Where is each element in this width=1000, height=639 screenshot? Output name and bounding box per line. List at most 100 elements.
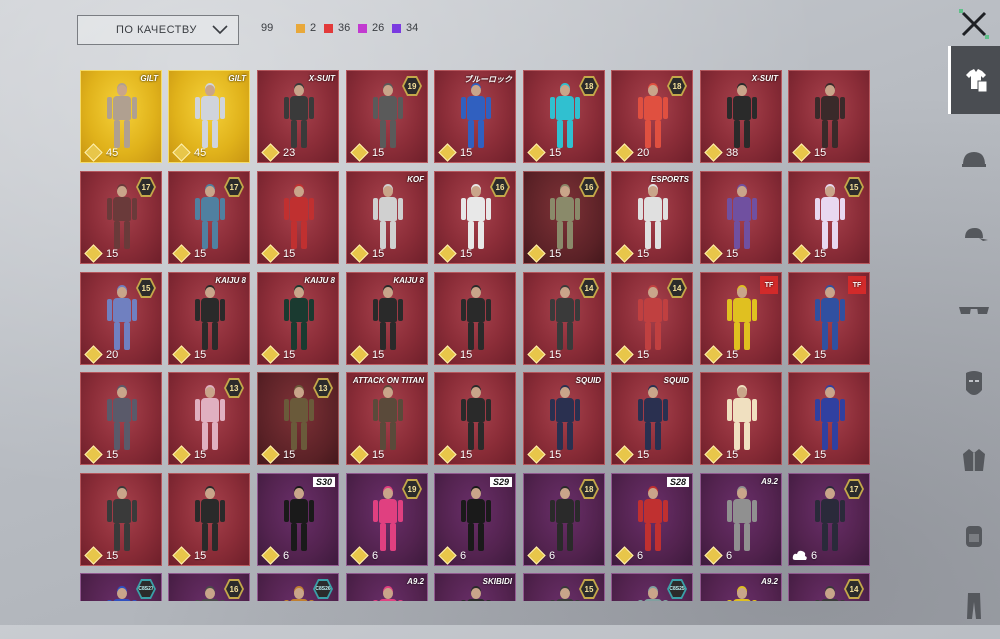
outfit-card[interactable]: 18 20 [611, 70, 693, 163]
category-glasses[interactable] [948, 276, 1000, 344]
outfit-card[interactable]: KAIJU 8 15 [168, 272, 250, 365]
rarity-swatch [296, 23, 305, 33]
outfit-card[interactable]: 13 15 [257, 372, 339, 465]
level-badge-text: 13 [315, 380, 331, 396]
category-helmet[interactable] [948, 126, 1000, 194]
price-value: 15 [194, 549, 207, 562]
price-value: 6 [460, 549, 467, 562]
outfit-card[interactable]: TF 15 [700, 272, 782, 365]
outfit-card[interactable]: 15 15 [788, 171, 870, 264]
outfit-card[interactable]: ESPORTS 15 [611, 171, 693, 264]
jacket-icon [963, 449, 985, 471]
outfit-card[interactable]: SQUID 15 [523, 372, 605, 465]
outfit-preview-image [550, 488, 580, 554]
outfit-card[interactable]: S29 6 [434, 473, 516, 566]
outfit-card[interactable]: 15 [523, 573, 605, 601]
outfit-card[interactable]: 15 [700, 171, 782, 264]
category-outfit[interactable] [948, 46, 1000, 114]
category-mask[interactable] [948, 351, 1000, 419]
level-badge: 17 [136, 177, 156, 197]
outfit-card[interactable]: C8S25 [611, 573, 693, 601]
outfit-card[interactable]: 15 20 [80, 272, 162, 365]
price-value: 15 [194, 247, 207, 260]
level-badge: 17 [224, 177, 244, 197]
close-icon[interactable] [958, 8, 990, 40]
outfit-card[interactable]: 19 15 [346, 70, 428, 163]
outfit-card[interactable]: 14 15 [611, 272, 693, 365]
outfit-preview-image [550, 287, 580, 353]
price-value: 45 [194, 146, 207, 159]
outfit-card[interactable]: S28 6 [611, 473, 693, 566]
outfit-card[interactable]: 15 [434, 272, 516, 365]
outfit-preview-image [638, 287, 668, 353]
level-badge-text: 18 [669, 78, 685, 94]
currency-icon [438, 345, 457, 364]
category-pants[interactable] [948, 571, 1000, 639]
outfit-card[interactable]: 13 15 [168, 372, 250, 465]
outfit-card[interactable]: KAIJU 8 15 [257, 272, 339, 365]
outfit-card[interactable]: 14 [788, 573, 870, 601]
sort-dropdown[interactable]: ПО КАЧЕСТВУ [77, 15, 239, 45]
outfit-preview-image [638, 387, 668, 453]
level-badge-text: 19 [404, 78, 420, 94]
outfit-card[interactable]: TF 15 [788, 272, 870, 365]
outfit-card[interactable]: 17 15 [80, 171, 162, 264]
outfit-card[interactable]: C8S26 [257, 573, 339, 601]
outfit-card[interactable]: 15 [700, 372, 782, 465]
item-price: 6 [438, 546, 467, 565]
outfit-card[interactable]: X-SUIT 23 [257, 70, 339, 163]
outfit-card[interactable]: SKIBIDI [434, 573, 516, 601]
outfit-card[interactable]: 16 [168, 573, 250, 601]
outfit-card[interactable]: 15 [788, 70, 870, 163]
outfit-card[interactable]: 17 15 [168, 171, 250, 264]
outfit-card[interactable]: KOF 15 [346, 171, 428, 264]
outfit-card[interactable]: 15 [788, 372, 870, 465]
outfit-card[interactable]: 15 [80, 473, 162, 566]
outfit-card[interactable]: ブルーロック 15 [434, 70, 516, 163]
outfit-card[interactable]: 19 6 [346, 473, 428, 566]
outfit-card[interactable]: A9.2 [346, 573, 428, 601]
outfit-card[interactable]: S30 6 [257, 473, 339, 566]
outfit-preview-image [107, 287, 137, 353]
item-price: 15 [350, 143, 384, 162]
outfit-card[interactable]: 15 [168, 473, 250, 566]
currency-icon [350, 345, 369, 364]
outfit-card[interactable]: A9.2 6 [700, 473, 782, 566]
outfit-card[interactable]: 17 6 [788, 473, 870, 566]
outfit-card[interactable]: 16 15 [523, 171, 605, 264]
level-badge-text: 14 [846, 581, 862, 597]
outfit-card[interactable]: GILT 45 [80, 70, 162, 163]
outfit-card[interactable]: 15 [257, 171, 339, 264]
item-price: 6 [704, 546, 732, 565]
outfit-card[interactable]: GILT 45 [168, 70, 250, 163]
outfit-preview-image [195, 488, 225, 554]
item-price: 15 [350, 244, 385, 263]
price-value: 15 [194, 348, 207, 361]
currency-icon [615, 546, 634, 565]
category-backpack[interactable] [948, 501, 1000, 569]
outfit-card[interactable]: 15 [434, 372, 516, 465]
price-value: 15 [814, 247, 827, 260]
level-badge-text: 15 [846, 179, 862, 195]
outfit-preview-image [284, 488, 314, 554]
outfit-card[interactable]: A9.2 [700, 573, 782, 601]
price-value: 15 [283, 448, 296, 461]
outfit-card[interactable]: 15 [80, 372, 162, 465]
outfit-card[interactable]: KAIJU 8 15 [346, 272, 428, 365]
outfit-card[interactable]: C8S27 [80, 573, 162, 601]
outfit-card[interactable]: SQUID 15 [611, 372, 693, 465]
outfit-card[interactable]: ATTACK ON TITAN 15 [346, 372, 428, 465]
outfit-card[interactable]: 18 15 [523, 70, 605, 163]
category-sidebar [948, 46, 1000, 625]
level-badge: 17 [844, 479, 864, 499]
outfit-card[interactable]: 16 15 [434, 171, 516, 264]
price-value: 15 [372, 247, 385, 260]
outfit-card[interactable]: 18 6 [523, 473, 605, 566]
collab-tag: A9.2 [407, 577, 424, 586]
outfit-card[interactable]: 14 15 [523, 272, 605, 365]
category-jacket[interactable] [948, 426, 1000, 494]
price-value: 15 [106, 448, 119, 461]
price-value: 23 [283, 146, 296, 159]
category-cap[interactable] [948, 201, 1000, 269]
outfit-card[interactable]: X-SUIT 38 [700, 70, 782, 163]
